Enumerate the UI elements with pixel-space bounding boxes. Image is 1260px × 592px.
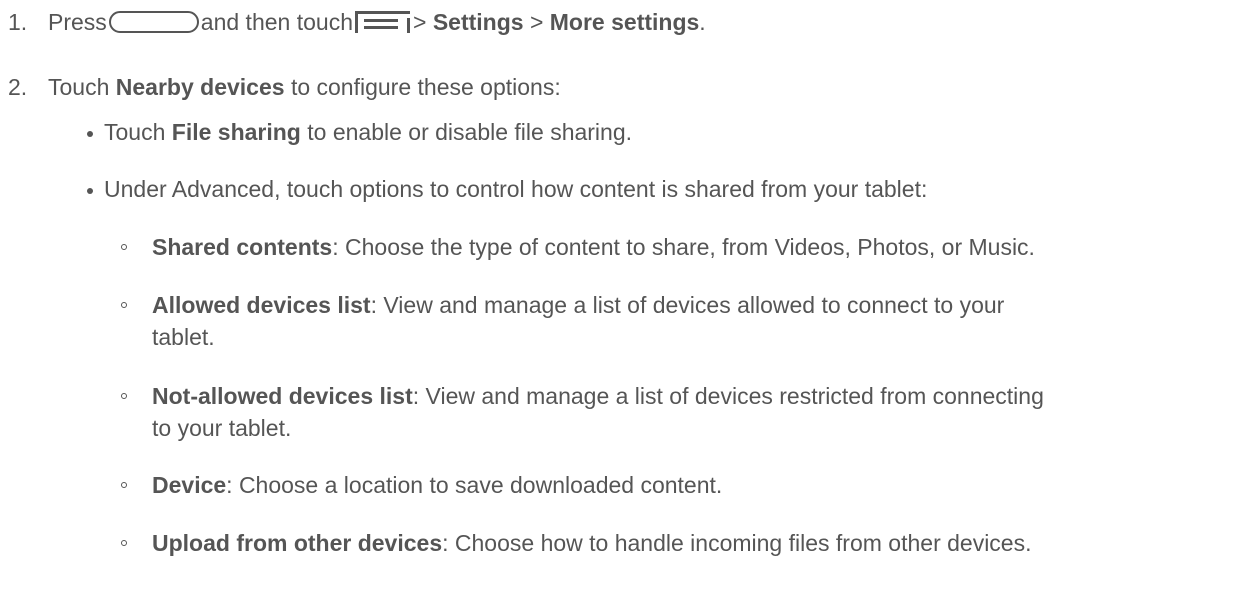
sub-item-continuation: to your tablet. — [152, 414, 291, 442]
step-text: and then touch — [200, 9, 353, 35]
bullet-text: Touch — [104, 119, 166, 145]
circle-bullet-icon — [121, 302, 127, 308]
step-text: . — [699, 9, 706, 35]
bullet-text: to enable or disable file sharing. — [307, 119, 633, 145]
sub-item-text: : View and manage a list of devices allo… — [370, 292, 1005, 318]
sub-item-text: : Choose a location to save downloaded c… — [226, 472, 723, 498]
sub-item-title: Not-allowed devices list — [152, 383, 413, 409]
home-key-icon — [108, 11, 199, 33]
step-1: Press and then touch > Settings > More set… — [48, 8, 706, 36]
bullet-icon — [87, 188, 93, 194]
sub-item-text: : Choose the type of content to share, f… — [332, 234, 1035, 260]
step-2: Touch Nearby devices to configure these … — [48, 73, 561, 101]
sub-item-text: tablet. — [152, 324, 215, 350]
sub-item-title: Device — [152, 472, 227, 498]
sub-item-shared-contents: Shared contents: Choose the type of cont… — [152, 233, 1035, 261]
more-settings-label: More settings — [549, 9, 700, 35]
separator: > — [529, 9, 544, 35]
step-text: to configure these options: — [290, 74, 561, 100]
circle-bullet-icon — [121, 244, 127, 250]
sub-item-device: Device: Choose a location to save downlo… — [152, 471, 722, 499]
file-sharing-label: File sharing — [171, 119, 301, 145]
settings-label: Settings — [432, 9, 524, 35]
bullet-item: Under Advanced, touch options to control… — [104, 175, 927, 203]
sub-item-text: to your tablet. — [152, 415, 292, 441]
sub-item-not-allowed-devices: Not-allowed devices list: View and manag… — [152, 382, 1044, 410]
step-number: 2. — [8, 74, 28, 100]
circle-bullet-icon — [121, 482, 127, 488]
menu-key-icon — [354, 11, 410, 33]
circle-bullet-icon — [121, 540, 127, 546]
sub-item-title: Upload from other devices — [152, 530, 443, 556]
sub-item-title: Shared contents — [152, 234, 333, 260]
step-text: Touch — [48, 74, 110, 100]
sub-item-text: : View and manage a list of devices rest… — [412, 383, 1044, 409]
sub-item-continuation: tablet. — [152, 323, 215, 351]
sub-item-upload-from-other-devices: Upload from other devices: Choose how to… — [152, 529, 1032, 557]
sub-item-title: Allowed devices list — [152, 292, 371, 318]
bullet-item: Touch File sharing to enable or disable … — [104, 118, 632, 146]
step-number: 1. — [8, 9, 28, 35]
circle-bullet-icon — [121, 393, 127, 399]
step-text: Press — [48, 9, 107, 35]
bullet-text: Under Advanced, touch options to control… — [104, 176, 928, 202]
sub-item-allowed-devices: Allowed devices list: View and manage a … — [152, 291, 1004, 319]
nearby-devices-label: Nearby devices — [115, 74, 285, 100]
sub-item-text: : Choose how to handle incoming files fr… — [442, 530, 1032, 556]
separator: > — [412, 9, 427, 35]
bullet-icon — [87, 131, 93, 137]
